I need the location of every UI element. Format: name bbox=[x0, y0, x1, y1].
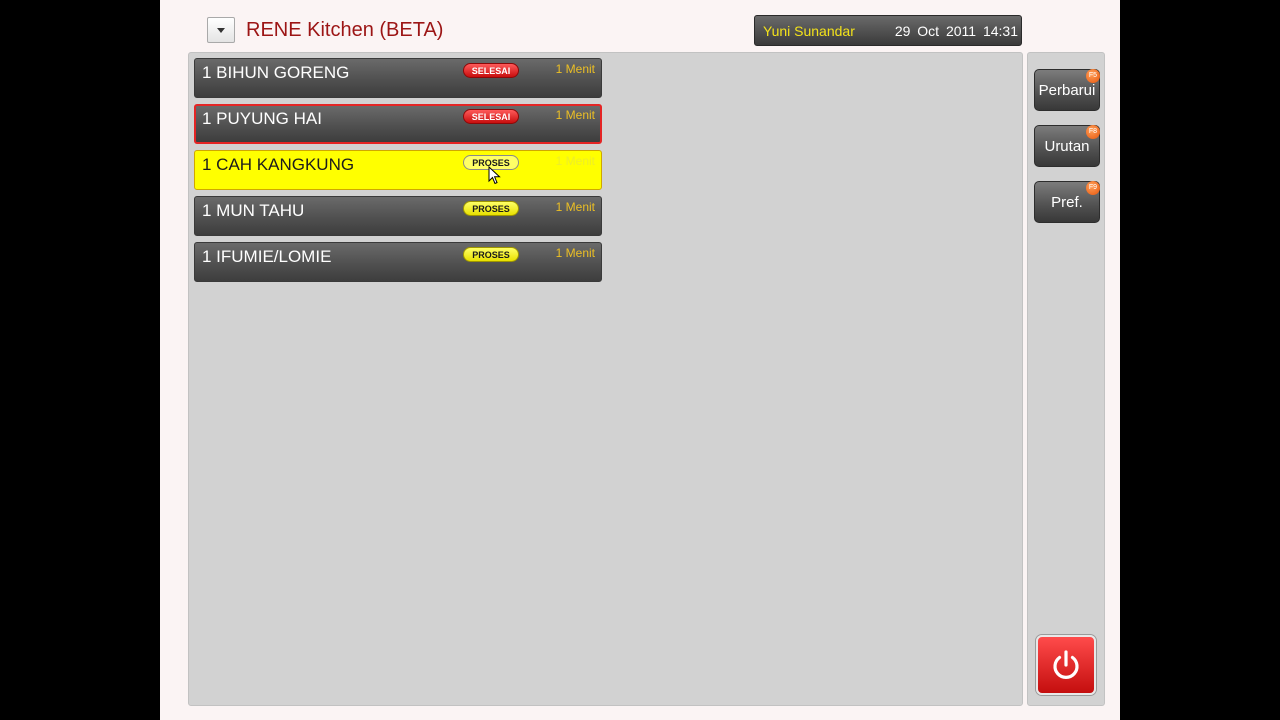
date-time: 29 Oct 2011 14:31 bbox=[894, 23, 1018, 39]
status-badge-proses[interactable]: PROSES bbox=[463, 247, 519, 262]
order-row-puyung-hai[interactable]: 1 PUYUNG HAI SELESAI 1 Menit bbox=[194, 104, 602, 144]
order-elapsed-time: 1 Menit bbox=[555, 62, 595, 76]
mouse-cursor-icon bbox=[488, 166, 501, 185]
order-name: 1 CAH KANGKUNG bbox=[202, 155, 355, 174]
shortcut-key-badge: F9 bbox=[1086, 181, 1100, 195]
refresh-button-label: Perbarui bbox=[1038, 82, 1096, 99]
power-button[interactable] bbox=[1036, 635, 1096, 695]
order-elapsed-time: 1 Menit bbox=[555, 200, 595, 214]
orders-panel: 1 BIHUN GORENG SELESAI 1 Menit 1 PUYUNG … bbox=[188, 52, 1023, 706]
order-elapsed-time: 1 Menit bbox=[555, 246, 595, 260]
power-icon bbox=[1053, 650, 1079, 679]
chevron-down-icon bbox=[217, 27, 225, 33]
order-row-mun-tahu[interactable]: 1 MUN TAHU PROSES 1 Menit bbox=[194, 196, 602, 236]
order-name: 1 BIHUN GORENG bbox=[202, 63, 350, 82]
status-badge-proses[interactable]: PROSES bbox=[463, 201, 519, 216]
sort-button[interactable]: Urutan F8 bbox=[1034, 125, 1100, 167]
refresh-button[interactable]: Perbarui F5 bbox=[1034, 69, 1100, 111]
status-badge-selesai[interactable]: SELESAI bbox=[463, 63, 519, 78]
order-elapsed-time: 1 Menit bbox=[555, 108, 595, 122]
shortcut-key-badge: F5 bbox=[1086, 69, 1100, 83]
user-status-bar: Yuni Sunandar 29 Oct 2011 14:31 bbox=[754, 15, 1022, 46]
preferences-button[interactable]: Pref. F9 bbox=[1034, 181, 1100, 223]
order-name: 1 PUYUNG HAI bbox=[202, 109, 322, 128]
shortcut-key-badge: F8 bbox=[1086, 125, 1100, 139]
menu-dropdown-button[interactable] bbox=[207, 17, 235, 43]
kitchen-app-window: RENE Kitchen (BETA) Yuni Sunandar 29 Oct… bbox=[160, 0, 1120, 720]
app-title: RENE Kitchen (BETA) bbox=[246, 19, 444, 41]
action-sidebar: Perbarui F5 Urutan F8 Pref. F9 bbox=[1027, 52, 1105, 706]
user-name: Yuni Sunandar bbox=[763, 23, 855, 39]
order-name: 1 IFUMIE/LOMIE bbox=[202, 247, 332, 266]
order-row-cah-kangkung[interactable]: 1 CAH KANGKUNG PROSES 1 Menit bbox=[194, 150, 602, 190]
order-elapsed-time: 1 Menit bbox=[555, 154, 595, 168]
status-badge-selesai[interactable]: SELESAI bbox=[463, 109, 519, 124]
preferences-button-label: Pref. bbox=[1051, 194, 1083, 211]
sort-button-label: Urutan bbox=[1044, 138, 1090, 155]
order-row-bihun-goreng[interactable]: 1 BIHUN GORENG SELESAI 1 Menit bbox=[194, 58, 602, 98]
order-row-ifumie-lomie[interactable]: 1 IFUMIE/LOMIE PROSES 1 Menit bbox=[194, 242, 602, 282]
order-name: 1 MUN TAHU bbox=[202, 201, 305, 220]
